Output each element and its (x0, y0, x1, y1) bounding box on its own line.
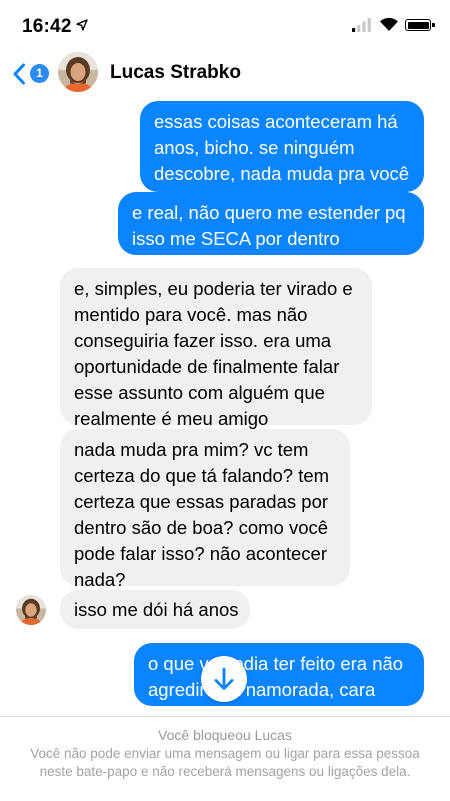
conversation-header: 1 Lucas Strabko (0, 48, 450, 98)
message-bubble-incoming[interactable]: nada muda pra mim? vc tem certeza do que… (60, 429, 350, 590)
message-bubble-outgoing[interactable]: essas coisas aconteceram há anos, bicho.… (140, 101, 424, 192)
message-line: conseguiria fazer isso. era uma (74, 330, 332, 351)
message-line: dentro são de boa? como você (74, 517, 329, 538)
chevron-left-icon (13, 63, 25, 85)
message-line: esse assunto com alguém que (74, 382, 325, 403)
cellular-signal-icon (352, 18, 371, 32)
message-line: isso me SECA por dentro (132, 228, 340, 249)
message-bubble-outgoing[interactable]: e real, não quero me estender pq isso me… (118, 192, 424, 255)
unread-count-badge: 1 (30, 64, 49, 83)
message-line: certeza que essas paradas por (74, 491, 329, 512)
status-bar: 16:42 (0, 0, 450, 50)
wifi-icon (380, 17, 398, 31)
back-button[interactable]: 1 (6, 54, 54, 90)
status-time: 16:42 (22, 16, 72, 37)
message-line: isso me dói há anos (74, 599, 239, 620)
message-list[interactable]: essas coisas aconteceram há anos, bicho.… (0, 96, 450, 716)
message-line: descobre, nada muda pra você (154, 163, 410, 184)
arrow-down-icon (214, 667, 234, 690)
message-line: oportunidade de finalmente falar (74, 356, 340, 377)
blocked-title: Você bloqueou Lucas (158, 727, 292, 743)
message-bubble-incoming[interactable]: isso me dói há anos (60, 590, 250, 629)
blocked-notice: Você bloqueou Lucas Você não pode enviar… (0, 716, 450, 801)
contact-name[interactable]: Lucas Strabko (110, 62, 241, 84)
message-line: e, simples, eu poderia ter virado e (74, 278, 353, 299)
avatar-image (16, 595, 46, 625)
message-line: mentido para você. mas não (74, 304, 308, 325)
message-line: anos, bicho. se ninguém (154, 137, 355, 158)
message-bubble-incoming[interactable]: e, simples, eu poderia ter virado e ment… (60, 268, 372, 429)
avatar-image (58, 52, 98, 92)
message-line: certeza do que tá falando? tem (74, 465, 330, 486)
message-line: e real, não quero me estender pq (132, 202, 406, 223)
message-line: o que vc podia ter feito era não (148, 653, 404, 674)
contact-avatar[interactable] (58, 52, 98, 92)
scroll-to-bottom-button[interactable] (201, 656, 247, 702)
message-line: pode falar isso? não acontecer (74, 543, 328, 564)
location-arrow-icon (76, 19, 88, 31)
blocked-description: Você não pode enviar uma mensagem ou lig… (30, 746, 420, 779)
battery-icon (405, 19, 435, 31)
message-line: nada muda pra mim? vc tem (74, 439, 309, 460)
message-line: essas coisas aconteceram há (154, 111, 398, 132)
sender-avatar[interactable] (16, 595, 46, 625)
message-line: agredir sua namorada, cara (148, 679, 376, 700)
message-bubble-outgoing[interactable]: o que vc podia ter feito era não agredir… (134, 643, 424, 706)
